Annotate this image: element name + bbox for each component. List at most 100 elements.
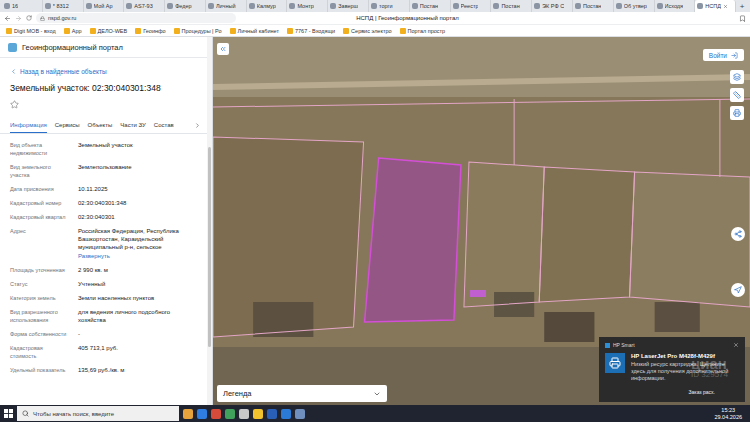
browser-tab[interactable]: НСПД [695, 0, 736, 12]
property-row: Адрес Российская Федерация, Республика Ба… [0, 224, 207, 263]
property-label: Адрес [10, 227, 70, 260]
map[interactable]: Войти Легенда HP SmartHP LaserJet Pro M428… [213, 37, 750, 405]
bookmark-item[interactable]: App [64, 28, 82, 34]
taskbar-app-icon[interactable] [267, 409, 277, 419]
scrollbar[interactable] [207, 37, 212, 405]
browser-tab[interactable]: * 8312 [43, 0, 84, 12]
browser-tab[interactable]: Монтр [287, 0, 328, 12]
info-tab[interactable]: Части ЗУ [120, 119, 145, 133]
taskbar-search[interactable]: Чтобы начать поиск, введите [17, 406, 179, 421]
scroll-thumb[interactable] [208, 147, 211, 347]
folder-icon [343, 28, 349, 34]
property-label: Кадастровый номер [10, 199, 70, 207]
bookmark-icon[interactable] [739, 15, 746, 22]
locate-button[interactable] [731, 283, 745, 297]
bookmark-item[interactable]: Digit МОВ - вход [6, 28, 56, 34]
browser-tab[interactable]: ЭК РФ С [532, 0, 573, 12]
favicon-icon [167, 3, 173, 9]
lock-icon [40, 16, 45, 21]
browser-tab[interactable]: Калмур [247, 0, 288, 12]
taskbar-app-icon[interactable] [211, 409, 221, 419]
favicon-icon [575, 3, 581, 9]
browser-tab[interactable]: Личный [206, 0, 247, 12]
favicon-icon [4, 3, 10, 9]
new-tab-button[interactable]: + [736, 0, 748, 12]
property-value: - [78, 330, 199, 338]
bookmark-item[interactable]: Процедуры | Ро [174, 28, 222, 34]
screen: 16* 8312Мой АрAS7-93ФедерЛичныйКалмурМон… [0, 0, 750, 422]
property-label: Вид разрешенного использования [10, 308, 70, 324]
printer-badge [605, 353, 625, 373]
taskbar-app-icon[interactable] [295, 409, 305, 419]
bookmark-item[interactable]: 7767 - Входящи [287, 28, 335, 34]
reload-icon[interactable] [26, 15, 32, 21]
notification-close[interactable] [733, 342, 739, 348]
windows-start-icon[interactable] [4, 409, 13, 418]
folder-icon [6, 28, 12, 34]
legend-dropdown[interactable]: Легенда [217, 385, 387, 402]
chevron-left-icon [10, 68, 17, 75]
property-row: Кадастровый номер02:30:040301:348 [0, 196, 207, 210]
property-list: Вид объекта недвижимостиЗемельный участо… [0, 134, 207, 377]
portal-logo-icon [8, 43, 17, 52]
taskbar-app-icon[interactable] [197, 409, 207, 419]
property-value: 10.11.2025 [78, 185, 199, 193]
taskbar-app-icon[interactable] [183, 409, 193, 419]
info-tab[interactable]: Объекты [88, 119, 113, 133]
bookmark-item[interactable]: ДЕЛО-WEB [90, 28, 128, 34]
url-field[interactable]: nspd.gov.ru [36, 13, 236, 23]
close-icon [733, 342, 739, 348]
print-button[interactable] [730, 106, 744, 120]
order-supplies-button[interactable]: Заказ расх. [685, 387, 719, 397]
browser-tab[interactable]: Постан [491, 0, 532, 12]
favorite-star-icon[interactable] [10, 100, 19, 109]
browser-tab[interactable]: Реестр [451, 0, 492, 12]
browser-tab[interactable]: Постан [573, 0, 614, 12]
bookmark-item[interactable]: Портал простр [400, 28, 446, 34]
taskbar-app-icon[interactable] [253, 409, 263, 419]
info-tab[interactable]: Сервисы [55, 119, 80, 133]
back-link[interactable]: Назад в найденные объекты [0, 58, 207, 80]
object-title: Земельный участок: 02:30:040301:348 [0, 80, 207, 96]
browser-tab[interactable]: Федер [165, 0, 206, 12]
printer-notification[interactable]: HP SmartHP LaserJet Pro M428f-M429fНизки… [599, 337, 745, 402]
browser-tab[interactable]: Исходя [655, 0, 696, 12]
info-tab[interactable]: Состав [154, 119, 174, 133]
collapse-panel-button[interactable] [217, 43, 229, 55]
property-value: Учтенный [78, 280, 199, 288]
browser-tab[interactable]: Заверш [328, 0, 369, 12]
bookmark-item[interactable]: Геоинфо [135, 28, 165, 34]
printer-icon [609, 357, 621, 369]
folder-icon [64, 28, 70, 34]
info-tab[interactable]: Информация [10, 119, 47, 133]
bookmark-item[interactable]: Личный кабинет [230, 28, 279, 34]
back-icon[interactable] [4, 15, 11, 22]
selected-parcel [365, 158, 461, 322]
share-icon [734, 230, 742, 238]
layers-button[interactable] [730, 70, 744, 84]
browser-tab[interactable]: Постан [410, 0, 451, 12]
clock[interactable]: 15:2329.04.2026 [706, 407, 750, 421]
login-button[interactable]: Войти [703, 49, 744, 61]
close-icon[interactable] [723, 4, 728, 9]
browser-tab[interactable]: Об утвер [614, 0, 655, 12]
notification-message: Низкий ресурс картриджа. Щелкните здесь … [631, 361, 739, 382]
browser-tab[interactable]: 16 [2, 0, 43, 12]
property-row: Вид земельного участкаЗемлепользование [0, 160, 207, 182]
property-value: Российская Федерация, Республика Башкорт… [78, 227, 199, 251]
measure-button[interactable] [730, 88, 744, 102]
browser-tab[interactable]: Мой Ар [84, 0, 125, 12]
expand-link[interactable]: Развернуть [78, 252, 199, 260]
tab-bar: 16* 8312Мой АрAS7-93ФедерЛичныйКалмурМон… [0, 0, 750, 12]
taskbar-app-icon[interactable] [281, 409, 291, 419]
property-row: Форма собственности- [0, 327, 207, 341]
forward-icon[interactable] [15, 15, 22, 22]
tabs-scroll-button[interactable] [194, 122, 201, 133]
browser-tab[interactable]: AS7-93 [124, 0, 165, 12]
taskbar-app-icon[interactable] [225, 409, 235, 419]
browser-tab[interactable]: торги [369, 0, 410, 12]
property-label: Кадастровый квартал [10, 213, 70, 221]
bookmark-item[interactable]: Сервис электро [343, 28, 391, 34]
share-button[interactable] [731, 227, 745, 241]
taskbar-app-icon[interactable] [239, 409, 249, 419]
